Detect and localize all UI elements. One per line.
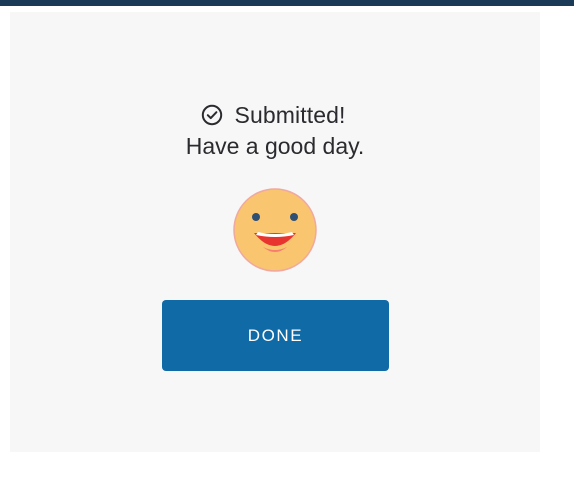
- confirmation-message: Have a good day.: [185, 133, 365, 159]
- done-button[interactable]: DONE: [162, 300, 389, 371]
- confirmation-title: Submitted!: [234, 101, 346, 128]
- confirmation-card: Submitted! Have a good day. DONE: [10, 12, 540, 452]
- title-row: Submitted!: [10, 100, 540, 130]
- check-circle-icon: [201, 104, 223, 126]
- smiling-face-icon: [232, 187, 318, 273]
- top-bar: [0, 0, 574, 6]
